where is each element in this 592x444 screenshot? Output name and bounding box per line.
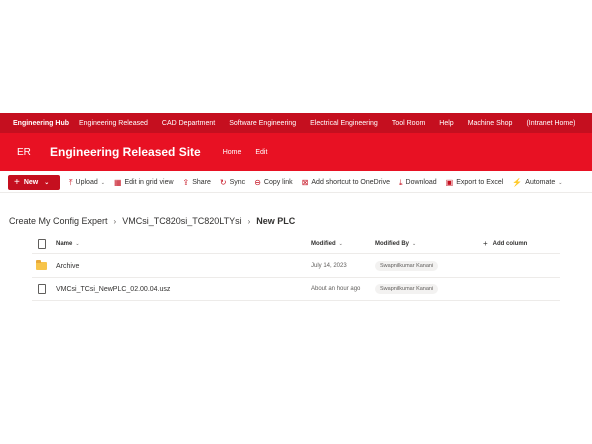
chevron-down-icon: ⌄ bbox=[412, 240, 417, 247]
upload-label: Upload bbox=[75, 179, 98, 186]
sync-icon: ↻ bbox=[219, 178, 227, 187]
item-modified-by-cell: Swapnilkumar Kanani bbox=[375, 261, 483, 271]
name-column-label: Name bbox=[56, 240, 73, 247]
download-icon: ⤓ bbox=[398, 177, 403, 187]
upload-icon: ⤒ bbox=[69, 177, 73, 187]
hub-home-link[interactable]: Engineering Hub bbox=[13, 120, 69, 127]
hub-nav-software-engineering[interactable]: Software Engineering bbox=[229, 120, 296, 127]
copy-link-button[interactable]: ⊖ Copy link bbox=[254, 178, 293, 187]
add-column-button[interactable]: + Add column bbox=[483, 239, 527, 248]
automate-icon: ⚡ bbox=[512, 178, 523, 187]
chevron-down-icon: ⌄ bbox=[558, 179, 563, 186]
automate-label: Automate bbox=[525, 179, 556, 186]
site-nav-home[interactable]: Home bbox=[223, 149, 242, 156]
hub-nav-cad-department[interactable]: CAD Department bbox=[162, 120, 215, 127]
row-icon-cell bbox=[32, 260, 56, 270]
item-modified: July 14, 2023 bbox=[311, 263, 347, 269]
name-column-header[interactable]: Name ⌄ bbox=[56, 241, 311, 247]
add-shortcut-label: Add shortcut to OneDrive bbox=[311, 179, 390, 186]
edit-grid-view-label: Edit in grid view bbox=[124, 179, 174, 186]
export-excel-label: Export to Excel bbox=[456, 179, 504, 186]
hub-nav-machine-shop[interactable]: Machine Shop bbox=[468, 120, 513, 127]
edit-grid-view-button[interactable]: ▦ Edit in grid view bbox=[114, 178, 174, 187]
site-nav: Home Edit bbox=[223, 149, 280, 156]
hub-nav-electrical-engineering[interactable]: Electrical Engineering bbox=[310, 120, 378, 127]
hub-nav-engineering-released[interactable]: Engineering Released bbox=[79, 120, 148, 127]
modified-column-label: Modified bbox=[311, 240, 336, 247]
modified-by-column-label: Modified By bbox=[375, 240, 409, 247]
command-bar: + New ⌄ ⤒ Upload ⌄ ▦ Edit in grid view ⇪… bbox=[0, 173, 592, 193]
chevron-down-icon: ⌄ bbox=[75, 240, 80, 247]
chevron-down-icon: ⌄ bbox=[338, 240, 343, 247]
upload-button[interactable]: ⤒ Upload ⌄ bbox=[69, 178, 105, 188]
plus-icon: + bbox=[14, 177, 20, 188]
copy-link-label: Copy link bbox=[263, 179, 293, 186]
share-button[interactable]: ⇪ Share bbox=[183, 178, 211, 187]
list-item[interactable]: VMCsi_TCsi_NewPLC_02.00.04.usz About an … bbox=[32, 278, 560, 301]
item-modified: About an hour ago bbox=[311, 286, 361, 292]
site-logo[interactable]: ER bbox=[17, 147, 41, 158]
list-header: Name ⌄ Modified ⌄ Modified By ⌄ + Add colum… bbox=[32, 234, 560, 254]
site-title[interactable]: Engineering Released Site bbox=[50, 145, 201, 159]
breadcrumb-item-create-my-config-expert[interactable]: Create My Config Expert bbox=[9, 216, 108, 226]
site-nav-edit[interactable]: Edit bbox=[255, 149, 267, 156]
new-button-label: New bbox=[23, 179, 39, 186]
shortcut-icon: ⊠ bbox=[301, 178, 309, 187]
chevron-right-icon: › bbox=[113, 216, 117, 226]
hub-nav-help[interactable]: Help bbox=[439, 120, 453, 127]
export-excel-button[interactable]: ▣ Export to Excel bbox=[446, 178, 504, 187]
row-icon-cell bbox=[32, 284, 56, 294]
file-type-header[interactable] bbox=[32, 238, 56, 249]
hub-navigation-bar: Engineering Hub Engineering Released CAD… bbox=[0, 113, 592, 133]
file-type-icon bbox=[38, 238, 46, 249]
modified-by-column-header[interactable]: Modified By ⌄ bbox=[375, 241, 483, 247]
item-name[interactable]: VMCsi_TCsi_NewPLC_02.00.04.usz bbox=[56, 286, 311, 293]
chevron-down-icon: ⌄ bbox=[100, 179, 105, 186]
chevron-down-icon: ⌄ bbox=[44, 180, 50, 186]
hub-nav-intranet-home[interactable]: (Intranet Home) bbox=[526, 120, 575, 127]
download-button[interactable]: ⤓ Download bbox=[399, 178, 437, 188]
plus-icon: + bbox=[483, 239, 488, 248]
user-persona[interactable]: Swapnilkumar Kanani bbox=[375, 261, 439, 271]
list-item[interactable]: Archive July 14, 2023 Swapnilkumar Kanan… bbox=[32, 255, 560, 278]
add-column-label: Add column bbox=[492, 240, 528, 247]
folder-icon bbox=[36, 260, 47, 270]
item-modified-by-cell: Swapnilkumar Kanani bbox=[375, 284, 483, 294]
add-shortcut-button[interactable]: ⊠ Add shortcut to OneDrive bbox=[302, 178, 390, 187]
item-name[interactable]: Archive bbox=[56, 263, 311, 270]
breadcrumb: Create My Config Expert › VMCsi_TC820si_… bbox=[9, 216, 295, 226]
grid-icon: ▦ bbox=[113, 178, 122, 187]
new-button[interactable]: + New ⌄ bbox=[8, 175, 60, 190]
sync-label: Sync bbox=[229, 179, 246, 186]
sync-button[interactable]: ↻ Sync bbox=[220, 178, 245, 187]
link-icon: ⊖ bbox=[254, 178, 261, 187]
excel-icon: ▣ bbox=[445, 178, 454, 187]
chevron-right-icon: › bbox=[247, 216, 251, 226]
site-header: ER Engineering Released Site Home Edit bbox=[0, 133, 592, 171]
breadcrumb-current: New PLC bbox=[256, 216, 296, 226]
user-persona[interactable]: Swapnilkumar Kanani bbox=[375, 284, 439, 294]
share-label: Share bbox=[192, 179, 211, 186]
automate-button[interactable]: ⚡ Automate ⌄ bbox=[512, 178, 562, 187]
download-label: Download bbox=[405, 179, 437, 186]
file-icon bbox=[38, 284, 46, 294]
modified-column-header[interactable]: Modified ⌄ bbox=[311, 241, 375, 247]
breadcrumb-item-vmcsi[interactable]: VMCsi_TC820si_TC820LTYsi bbox=[122, 216, 241, 226]
hub-nav-tool-room[interactable]: Tool Room bbox=[392, 120, 425, 127]
share-icon: ⇪ bbox=[182, 178, 190, 187]
